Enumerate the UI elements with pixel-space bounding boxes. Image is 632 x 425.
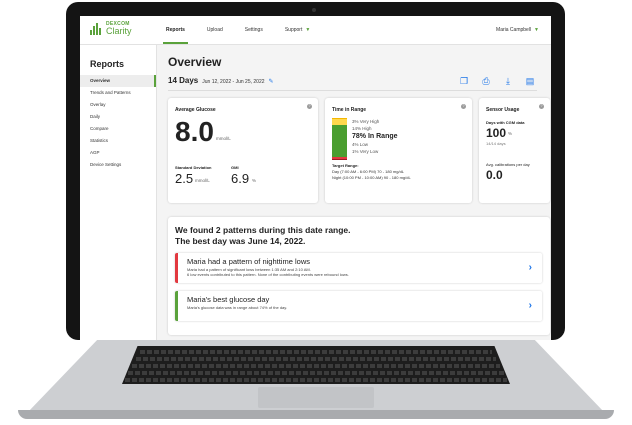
card-title: Time in Range xyxy=(332,107,367,113)
days-with-cgm-value: 100 xyxy=(486,126,507,140)
date-range: Jun 12, 2022 - Jun 25, 2022 xyxy=(202,79,265,85)
chevron-down-icon: ▼ xyxy=(534,27,539,33)
patterns-heading: We found 2 patterns during this date ran… xyxy=(175,225,351,247)
screen: DEXCOM Clarity Reports Upload Settings S… xyxy=(80,16,551,340)
chevron-right-icon[interactable]: › xyxy=(529,300,532,311)
target-range-night: Night (10:00 PM - 10:00 AM) 90 - 180 mg/… xyxy=(332,175,411,180)
page-title: Overview xyxy=(168,55,222,69)
tab-settings[interactable]: Settings xyxy=(245,16,263,44)
sidebar-item-overlay[interactable]: Overlay xyxy=(80,99,156,111)
avg-glucose-unit: mmol/L xyxy=(216,136,231,141)
sd-unit: mmol/L xyxy=(195,178,210,183)
pattern-description-line1: Maria's glucose data was in range about … xyxy=(187,305,288,310)
calibrations-value: 0.0 xyxy=(486,168,503,182)
target-range-day: Day (7:00 AM - 6:00 PM) 70 - 180 mg/dL xyxy=(332,169,405,174)
days-selector[interactable]: 14 Days xyxy=(168,76,198,85)
pencil-icon[interactable]: ✎ xyxy=(269,78,274,85)
pattern-color-bar xyxy=(175,291,178,321)
pattern-description: Maria had a pattern of significant lows … xyxy=(187,267,349,277)
high-label: 14% High xyxy=(352,126,372,131)
sensor-usage-card: Sensor Usage ? Days with CGM data 100 % … xyxy=(479,98,550,203)
card-title: Sensor Usage xyxy=(486,107,520,113)
camera xyxy=(312,8,316,12)
user-name: Maria Campbell xyxy=(496,27,532,33)
logo-bars-icon xyxy=(90,23,102,35)
low-label: 4% Low xyxy=(352,142,369,147)
patterns-heading-line1: We found 2 patterns during this date ran… xyxy=(175,225,351,235)
days-with-cgm-unit: % xyxy=(508,131,513,136)
sidebar-item-agp[interactable]: AGP xyxy=(80,147,156,159)
download-icon[interactable]: ⤓ xyxy=(503,76,513,86)
time-in-range-labels: 3% Very High 14% High 78% In Range 4% Lo… xyxy=(352,118,398,155)
help-icon[interactable]: ? xyxy=(307,104,312,109)
top-bar: DEXCOM Clarity Reports Upload Settings S… xyxy=(80,16,551,45)
gmi-label: GMI xyxy=(231,165,239,170)
main-content: Overview 14 Days Jun 12, 2022 - Jun 25, … xyxy=(156,45,551,340)
patterns-card: We found 2 patterns during this date ran… xyxy=(168,217,550,335)
tab-support-label: Support xyxy=(284,27,303,33)
tir-segment-very-low xyxy=(332,158,347,160)
patterns-heading-line2: The best day was June 14, 2022. xyxy=(175,236,306,246)
pattern-item-nighttime-lows[interactable]: Maria had a pattern of nighttime lows Ma… xyxy=(175,253,542,283)
sidebar-item-compare[interactable]: Compare xyxy=(80,123,156,135)
app-logo[interactable]: DEXCOM Clarity xyxy=(90,22,132,36)
gmi-value: 6.9 xyxy=(231,171,250,186)
laptop-lid: DEXCOM Clarity Reports Upload Settings S… xyxy=(66,2,565,340)
sidebar-title: Reports xyxy=(90,59,125,69)
help-icon[interactable]: ? xyxy=(539,104,544,109)
top-nav: Reports Upload Settings Support ▼ xyxy=(163,16,332,44)
divider xyxy=(168,90,537,91)
time-in-range-bar xyxy=(332,118,347,160)
card-title: Average Glucose xyxy=(175,107,216,113)
pattern-color-bar xyxy=(175,253,178,283)
very-low-label: 1% Very Low xyxy=(352,149,379,154)
sd-value: 2.5 xyxy=(175,171,194,186)
average-glucose-card: Average Glucose ? 8.0 mmol/L Standard De… xyxy=(168,98,318,203)
days-with-cgm-sub: 14/14 days xyxy=(486,141,506,146)
sidebar: Reports Overview Trends and Patterns Ove… xyxy=(80,45,157,340)
very-high-label: 3% Very High xyxy=(352,119,380,124)
gmi-unit: % xyxy=(252,178,257,183)
logo-product: Clarity xyxy=(106,26,132,36)
report-actions: ❐ ⎙ ⤓ ▤ xyxy=(447,76,535,86)
calibrations-label: Avg. calibrations per day xyxy=(486,162,530,167)
tab-support[interactable]: Support ▼ xyxy=(285,16,310,44)
sidebar-item-overview[interactable]: Overview xyxy=(80,75,156,87)
chevron-right-icon[interactable]: › xyxy=(529,262,532,273)
tir-segment-in-range xyxy=(332,125,347,158)
avg-glucose-value: 8.0 xyxy=(175,116,214,147)
copy-icon[interactable]: ❐ xyxy=(459,76,469,86)
days-with-cgm-label: Days with CGM data xyxy=(486,120,525,125)
sd-label: Standard Deviation xyxy=(175,165,212,170)
help-icon[interactable]: ? xyxy=(461,104,466,109)
sidebar-item-device-settings[interactable]: Device Settings xyxy=(80,159,156,171)
pattern-title: Maria's best glucose day xyxy=(187,295,270,304)
target-range-label: Target Range: xyxy=(332,163,359,168)
tab-upload[interactable]: Upload xyxy=(207,16,223,44)
pattern-item-best-day[interactable]: Maria's best glucose day Maria's glucose… xyxy=(175,291,542,321)
pattern-description-line2: 6 low events contributed to this pattern… xyxy=(187,272,349,277)
sidebar-item-statistics[interactable]: Statistics xyxy=(80,135,156,147)
laptop-edge xyxy=(18,410,614,419)
pattern-description: Maria's glucose data was in range about … xyxy=(187,305,287,310)
in-range-label: 78% In Range xyxy=(352,133,398,140)
sidebar-item-trends[interactable]: Trends and Patterns xyxy=(80,87,156,99)
print-icon[interactable]: ⎙ xyxy=(481,76,491,86)
time-in-range-card: Time in Range ? 3% Very High 14% High 78… xyxy=(325,98,472,203)
pattern-title: Maria had a pattern of nighttime lows xyxy=(187,257,310,266)
keyboard xyxy=(122,346,510,384)
user-menu[interactable]: Maria Campbell ▼ xyxy=(496,16,539,44)
tab-reports[interactable]: Reports xyxy=(163,16,188,44)
date-range-row: 14 Days Jun 12, 2022 - Jun 25, 2022 ✎ xyxy=(168,76,274,85)
chevron-down-icon: ▼ xyxy=(305,27,311,33)
save-icon[interactable]: ▤ xyxy=(525,76,535,86)
sidebar-item-daily[interactable]: Daily xyxy=(80,111,156,123)
trackpad xyxy=(258,387,374,408)
